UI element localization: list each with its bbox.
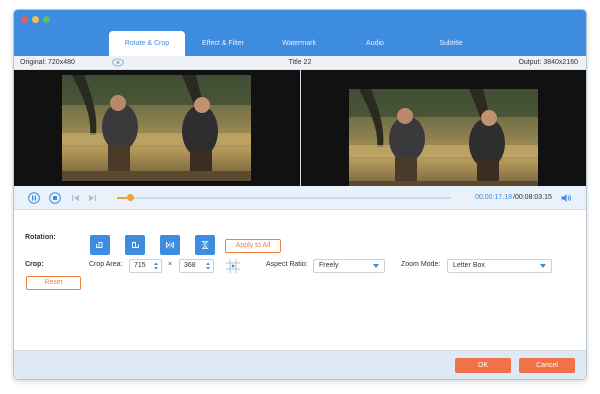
tab-watermark[interactable]: Watermark — [261, 31, 337, 56]
crop-width-input[interactable]: 715 — [129, 259, 162, 273]
rotate-left-icon — [96, 242, 103, 248]
tab-effect-filter[interactable]: Effect & Filter — [185, 31, 261, 56]
tab-bar: Rotate & Crop Effect & Filter Watermark … — [109, 31, 489, 56]
crop-label: Crop: — [25, 261, 44, 268]
aspect-ratio-select[interactable]: Freely — [313, 259, 385, 273]
tab-audio[interactable]: Audio — [337, 31, 413, 56]
aspect-ratio-label: Aspect Ratio: — [266, 261, 308, 268]
total-time: /00:08:03.15 — [513, 194, 552, 201]
apply-to-all-button[interactable]: Apply to All — [225, 239, 281, 253]
maximize-window-button[interactable] — [43, 16, 50, 23]
output-video-frame[interactable] — [349, 89, 538, 191]
flip-vertical-icon — [201, 241, 209, 249]
crop-width-value: 715 — [134, 262, 146, 269]
original-video-frame[interactable] — [62, 75, 251, 181]
chevron-down-icon — [540, 264, 546, 268]
zoom-mode-label: Zoom Mode: — [401, 261, 441, 268]
center-crop-icon[interactable] — [224, 257, 242, 275]
info-bar: Original: 720x480 Title 22 Output: 3840x… — [14, 56, 586, 70]
editor-window: Rotate & Crop Effect & Filter Watermark … — [13, 9, 587, 380]
progress-slider[interactable] — [117, 194, 451, 201]
output-resolution: Output: 3840x2160 — [518, 59, 578, 66]
title-bar: Rotate & Crop Effect & Filter Watermark … — [14, 10, 586, 56]
flip-vertical-button[interactable] — [195, 235, 215, 255]
flip-horizontal-icon — [166, 241, 174, 249]
next-frame-icon[interactable] — [86, 192, 98, 204]
video-title: Title 22 — [288, 59, 312, 66]
rotate-right-button[interactable] — [125, 235, 145, 255]
original-preview — [14, 70, 300, 186]
progress-knob[interactable] — [126, 194, 134, 201]
pause-icon[interactable] — [28, 192, 40, 204]
previous-frame-icon[interactable] — [70, 192, 82, 204]
close-window-button[interactable] — [21, 16, 28, 23]
rotate-right-icon — [132, 242, 139, 248]
stop-icon[interactable] — [49, 192, 61, 204]
volume-icon[interactable] — [560, 192, 572, 204]
times-sign: × — [168, 261, 173, 268]
footer-bar: OK Cancel — [14, 350, 586, 379]
cancel-button[interactable]: Cancel — [519, 358, 575, 373]
tab-rotate-crop[interactable]: Rotate & Crop — [109, 31, 185, 56]
reset-button[interactable]: Reset — [26, 276, 81, 290]
rotation-label: Rotation: — [25, 234, 56, 241]
crop-height-input[interactable]: 368 — [179, 259, 214, 273]
rotate-left-button[interactable] — [90, 235, 110, 255]
current-time: 00:00:17.18 — [475, 194, 512, 201]
playback-controls: 00:00:17.18 /00:08:03.15 — [14, 186, 586, 210]
tab-subtitle[interactable]: Subtitle — [413, 31, 489, 56]
zoom-mode-value: Letter Box — [453, 262, 485, 269]
crop-width-stepper-icon[interactable] — [153, 260, 159, 272]
ok-button[interactable]: OK — [455, 358, 511, 373]
crop-height-stepper-icon[interactable] — [205, 260, 211, 272]
zoom-mode-select[interactable]: Letter Box — [447, 259, 552, 273]
crop-area-label: Crop Area: — [89, 261, 123, 268]
output-preview — [301, 70, 586, 191]
minimize-window-button[interactable] — [32, 16, 39, 23]
crop-height-value: 368 — [184, 262, 196, 269]
aspect-ratio-value: Freely — [319, 262, 339, 269]
chevron-down-icon — [373, 264, 379, 268]
flip-horizontal-button[interactable] — [160, 235, 180, 255]
